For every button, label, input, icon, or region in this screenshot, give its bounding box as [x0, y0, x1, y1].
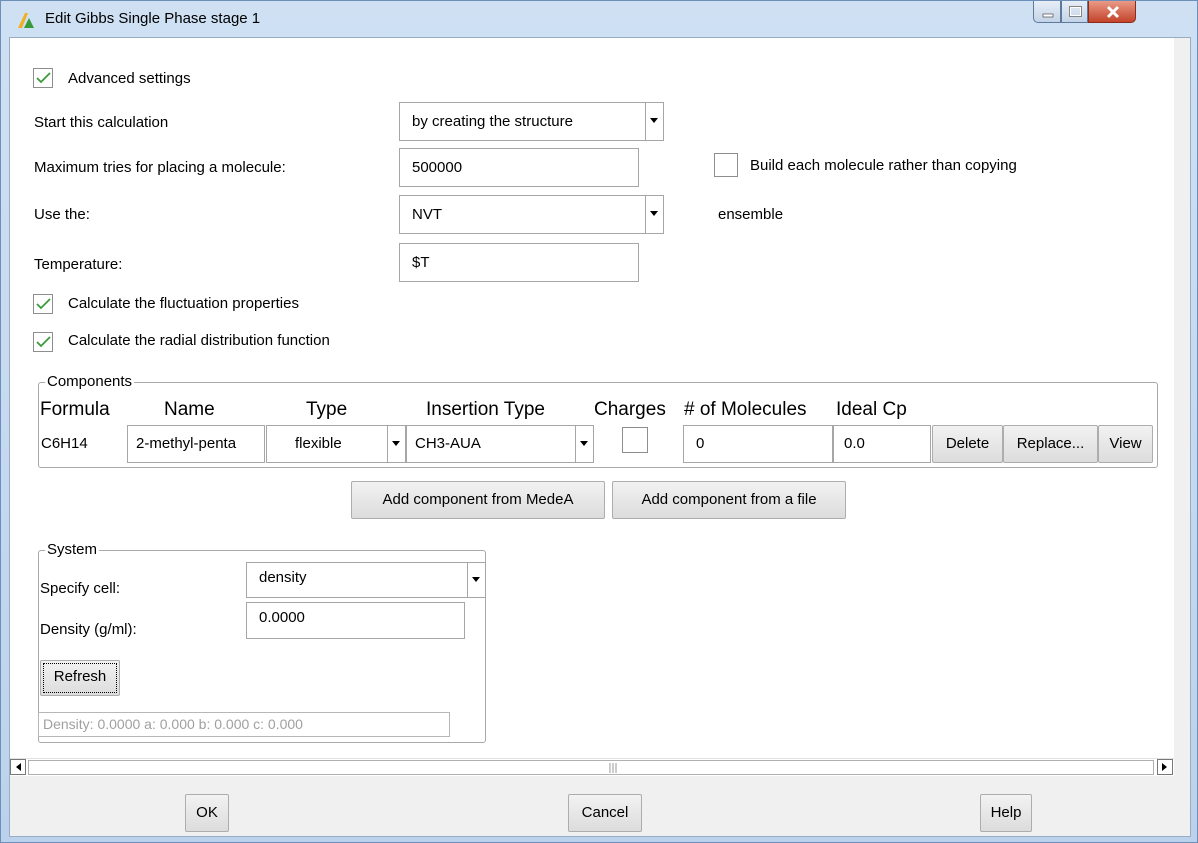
checkmark-icon [36, 72, 51, 84]
add-component-medea-button[interactable]: Add component from MedeA [351, 481, 605, 519]
dropdown-arrow-icon[interactable] [575, 426, 593, 462]
fluctuation-label: Calculate the fluctuation properties [68, 295, 299, 312]
dialog-window: Edit Gibbs Single Phase stage 1 Advanced… [0, 0, 1198, 843]
minimize-icon [1042, 13, 1054, 18]
temperature-input[interactable]: $T [399, 243, 639, 282]
close-button[interactable] [1088, 1, 1136, 23]
start-calculation-combo[interactable]: by creating the structure [399, 102, 664, 141]
maximize-button[interactable] [1061, 1, 1088, 23]
col-header-type: Type [306, 399, 348, 420]
component-cp-input[interactable]: 0.0 [833, 425, 931, 463]
max-tries-input[interactable]: 500000 [399, 148, 639, 187]
component-name-value: 2-methyl-penta [136, 435, 237, 452]
help-button[interactable]: Help [980, 794, 1032, 832]
checkmark-icon [36, 298, 51, 310]
system-group-title: System [45, 541, 100, 558]
medea-logo-icon [18, 13, 34, 28]
settings-panel: Advanced settings Start this calculation… [10, 38, 1174, 758]
fluctuation-checkbox[interactable] [33, 294, 53, 314]
start-calculation-label: Start this calculation [34, 114, 169, 131]
scroll-right-icon[interactable] [1157, 759, 1173, 775]
view-button[interactable]: View [1098, 425, 1153, 463]
dialog-client: Advanced settings Start this calculation… [9, 37, 1191, 837]
specify-cell-label: Specify cell: [40, 580, 121, 597]
dropdown-arrow-icon[interactable] [387, 426, 405, 462]
advanced-settings-label: Advanced settings [68, 70, 191, 87]
component-insertion-combo[interactable]: CH3-AUA [406, 425, 594, 463]
maximize-icon [1069, 6, 1082, 17]
advanced-settings-checkbox[interactable] [33, 68, 53, 88]
specify-cell-value: density [259, 569, 307, 586]
horizontal-scrollbar[interactable] [10, 758, 1174, 776]
start-calculation-value: by creating the structure [412, 113, 573, 130]
density-input[interactable]: 0.0000 [246, 602, 465, 639]
specify-cell-combo[interactable]: density [246, 562, 486, 598]
close-icon [1106, 5, 1120, 19]
title-bar[interactable]: Edit Gibbs Single Phase stage 1 [1, 1, 1197, 37]
build-molecule-checkbox[interactable] [714, 153, 738, 177]
use-the-label: Use the: [34, 206, 90, 223]
component-name-input[interactable]: 2-methyl-penta [127, 425, 265, 463]
component-insertion-value: CH3-AUA [415, 435, 481, 452]
scroll-left-icon[interactable] [10, 759, 26, 775]
delete-button[interactable]: Delete [932, 425, 1003, 463]
density-label: Density (g/ml): [40, 621, 137, 638]
add-component-file-button[interactable]: Add component from a file [612, 481, 846, 519]
ensemble-suffix-label: ensemble [718, 206, 784, 223]
component-charges-checkbox[interactable] [622, 427, 648, 453]
replace-button[interactable]: Replace... [1003, 425, 1098, 463]
checkmark-icon [36, 336, 51, 348]
component-formula: C6H14 [41, 435, 88, 452]
col-header-charges: Charges [594, 399, 666, 420]
ensemble-value: NVT [412, 206, 442, 223]
component-type-combo[interactable]: flexible [266, 425, 406, 463]
col-header-cp: Ideal Cp [836, 399, 907, 420]
ensemble-combo[interactable]: NVT [399, 195, 664, 234]
component-molecules-input[interactable]: 0 [683, 425, 833, 463]
rdf-label: Calculate the radial distribution functi… [68, 332, 330, 349]
dropdown-arrow-icon[interactable] [467, 563, 485, 597]
col-header-insertion: Insertion Type [426, 399, 546, 420]
components-group-title: Components [45, 373, 135, 390]
ok-button[interactable]: OK [185, 794, 229, 832]
cancel-button[interactable]: Cancel [568, 794, 642, 832]
system-summary: Density: 0.0000 a: 0.000 b: 0.000 c: 0.0… [38, 712, 450, 737]
build-molecule-label: Build each molecule rather than copying [750, 157, 1017, 174]
col-header-molecules: # of Molecules [684, 399, 807, 420]
col-header-name: Name [164, 399, 215, 420]
component-cp-value: 0.0 [844, 435, 865, 452]
rdf-checkbox[interactable] [33, 332, 53, 352]
component-molecules-value: 0 [696, 435, 705, 452]
max-tries-label: Maximum tries for placing a molecule: [34, 159, 286, 176]
window-title: Edit Gibbs Single Phase stage 1 [45, 10, 261, 27]
minimize-button[interactable] [1033, 1, 1061, 23]
dropdown-arrow-icon[interactable] [645, 103, 663, 140]
component-type-value: flexible [295, 435, 342, 452]
dropdown-arrow-icon[interactable] [645, 196, 663, 233]
horizontal-scroll-thumb[interactable] [28, 760, 1154, 775]
temperature-label: Temperature: [34, 256, 123, 273]
refresh-button[interactable]: Refresh [40, 660, 120, 696]
col-header-formula: Formula [40, 399, 110, 420]
